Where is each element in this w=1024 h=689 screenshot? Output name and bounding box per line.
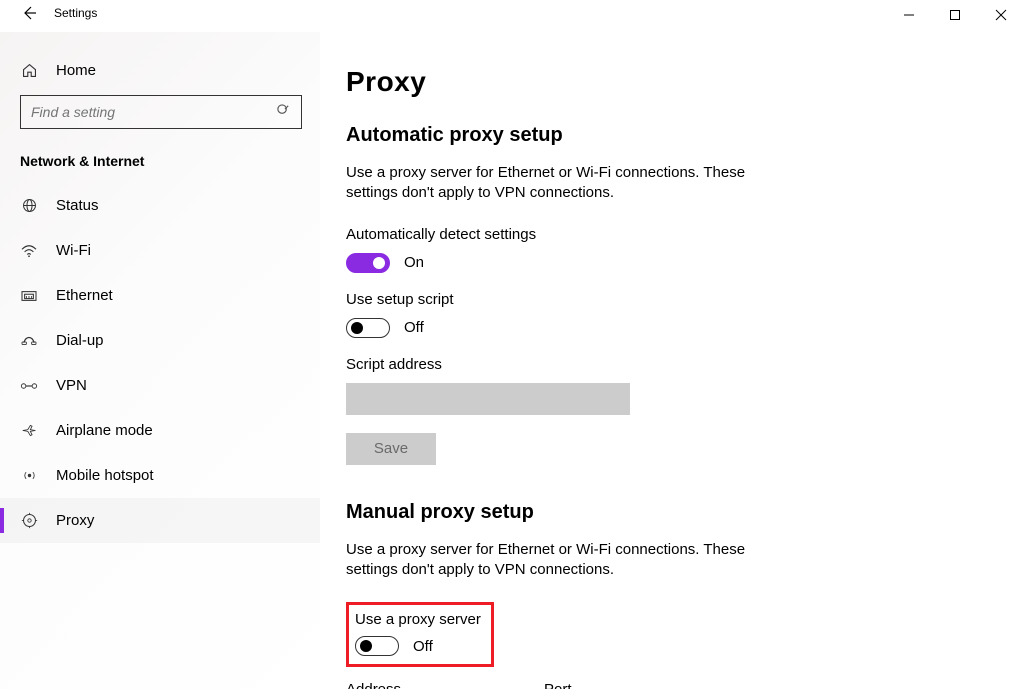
- sidebar-item-status[interactable]: Status: [0, 183, 320, 228]
- hotspot-icon: [20, 467, 38, 484]
- sidebar-item-hotspot[interactable]: Mobile hotspot: [0, 453, 320, 498]
- manual-proxy-heading: Manual proxy setup: [346, 501, 1024, 524]
- sidebar-item-airplane[interactable]: Airplane mode: [0, 408, 320, 453]
- ethernet-icon: [20, 289, 38, 303]
- home-nav[interactable]: Home: [0, 52, 320, 89]
- search-icon: [276, 103, 291, 121]
- script-address-label: Script address: [346, 356, 1024, 373]
- sidebar-item-dialup[interactable]: Dial-up: [0, 318, 320, 363]
- minimize-button[interactable]: [886, 0, 932, 30]
- proxy-icon: [20, 512, 38, 529]
- highlight-annotation: Use a proxy server Off: [346, 602, 494, 667]
- title-bar: Settings: [0, 0, 1024, 32]
- auto-detect-toggle[interactable]: [346, 253, 390, 273]
- auto-detect-label: Automatically detect settings: [346, 226, 1024, 243]
- sidebar: Home Network & Internet Status Wi-Fi: [0, 32, 320, 689]
- dialup-icon: [20, 334, 38, 348]
- setup-script-label: Use setup script: [346, 291, 1024, 308]
- port-label: Port: [544, 681, 622, 689]
- home-icon: [20, 62, 38, 79]
- auto-proxy-heading: Automatic proxy setup: [346, 124, 1024, 147]
- sidebar-item-label: Ethernet: [56, 287, 113, 304]
- search-box[interactable]: [20, 95, 302, 129]
- search-input[interactable]: [31, 104, 261, 120]
- page-title: Proxy: [346, 66, 1024, 98]
- setup-script-toggle[interactable]: [346, 318, 390, 338]
- sidebar-item-label: VPN: [56, 377, 87, 394]
- sidebar-item-proxy[interactable]: Proxy: [0, 498, 320, 543]
- app-title: Settings: [54, 6, 97, 20]
- vpn-icon: [20, 380, 38, 392]
- auto-proxy-description: Use a proxy server for Ethernet or Wi-Fi…: [346, 163, 776, 204]
- auto-detect-state: On: [404, 254, 424, 271]
- sidebar-item-label: Mobile hotspot: [56, 467, 154, 484]
- sidebar-item-label: Dial-up: [56, 332, 104, 349]
- use-proxy-toggle[interactable]: [355, 636, 399, 656]
- airplane-icon: [20, 422, 38, 439]
- sidebar-item-wifi[interactable]: Wi-Fi: [0, 228, 320, 273]
- use-proxy-state: Off: [413, 638, 433, 655]
- setup-script-state: Off: [404, 319, 424, 336]
- sidebar-item-label: Status: [56, 197, 99, 214]
- sidebar-item-label: Proxy: [56, 512, 94, 529]
- sidebar-section-title: Network & Internet: [0, 147, 320, 183]
- save-button[interactable]: Save: [346, 433, 436, 465]
- back-button[interactable]: [22, 6, 36, 20]
- sidebar-item-ethernet[interactable]: Ethernet: [0, 273, 320, 318]
- close-button[interactable]: [978, 0, 1024, 30]
- sidebar-item-label: Wi-Fi: [56, 242, 91, 259]
- address-label: Address: [346, 681, 514, 689]
- main-content: Proxy Automatic proxy setup Use a proxy …: [320, 32, 1024, 689]
- sidebar-item-label: Airplane mode: [56, 422, 153, 439]
- maximize-button[interactable]: [932, 0, 978, 30]
- home-label: Home: [56, 62, 96, 79]
- sidebar-item-vpn[interactable]: VPN: [0, 363, 320, 408]
- wifi-icon: [20, 244, 38, 258]
- use-proxy-label: Use a proxy server: [355, 611, 481, 628]
- manual-proxy-description: Use a proxy server for Ethernet or Wi-Fi…: [346, 540, 776, 581]
- globe-icon: [20, 197, 38, 214]
- script-address-input[interactable]: [346, 383, 630, 415]
